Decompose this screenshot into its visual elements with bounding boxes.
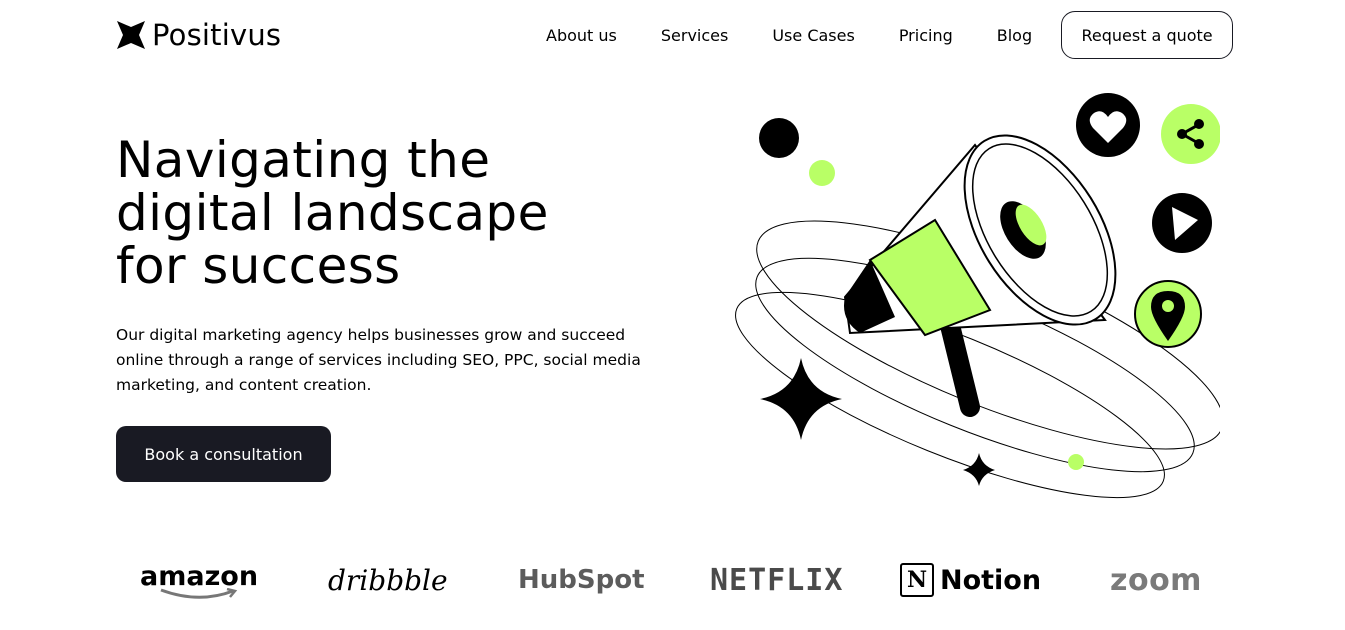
share-icon [1161, 104, 1220, 164]
notion-mark-icon: N [900, 563, 934, 597]
main-nav: About us Services Use Cases Pricing Blog… [546, 11, 1233, 59]
nav-blog[interactable]: Blog [997, 26, 1032, 45]
nav-use-cases[interactable]: Use Cases [772, 26, 854, 45]
black-dot [759, 118, 799, 158]
client-logos: amazon dribbble HubSpot NETFLIX N Notion… [116, 550, 1216, 610]
location-pin-icon [1134, 280, 1202, 348]
hero-title: Navigating the digital landscape for suc… [116, 131, 549, 295]
nav-services[interactable]: Services [661, 26, 728, 45]
nav-about-us[interactable]: About us [546, 26, 617, 45]
amazon-logo: amazon [140, 550, 258, 610]
notion-logo: N Notion [900, 550, 1041, 610]
logo-star-icon [117, 21, 145, 49]
hero-description: Our digital marketing agency helps busin… [116, 326, 641, 394]
heart-icon [1076, 93, 1140, 157]
brand-logo[interactable]: Positivus [116, 18, 281, 52]
dribbble-logo: dribbble [328, 563, 448, 597]
hubspot-logo: HubSpot [518, 565, 645, 595]
brand-name: Positivus [152, 18, 282, 52]
zoom-logo: zoom [1110, 562, 1202, 598]
netflix-logo: NETFLIX [710, 562, 844, 598]
play-icon [1152, 193, 1212, 253]
megaphone-illustration [735, 93, 1220, 499]
book-consultation-button[interactable]: Book a consultation [116, 426, 331, 482]
request-quote-button[interactable]: Request a quote [1061, 11, 1233, 59]
green-dot-small [1068, 454, 1084, 470]
sparkle-star-icon [760, 358, 842, 440]
nav-pricing[interactable]: Pricing [899, 26, 953, 45]
green-dot [809, 160, 835, 186]
sparkle-star-icon [963, 453, 995, 486]
amazon-smile-icon [160, 587, 238, 599]
